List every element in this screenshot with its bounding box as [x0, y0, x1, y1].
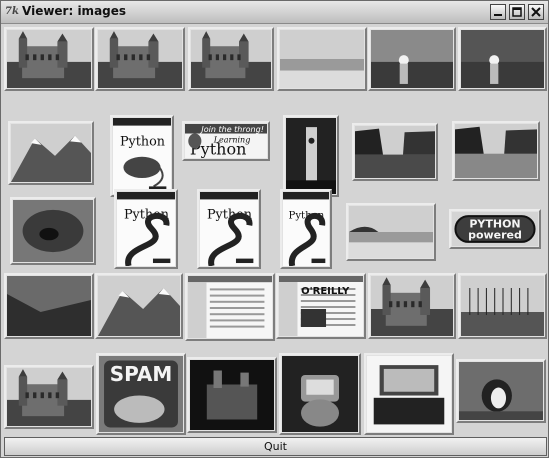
thumbnail-grid: Python Join the throng! Learning Python Pyth… [4, 25, 547, 435]
thumb-laptop-keyboard-image [367, 356, 451, 432]
thumb-cave-animal-image [13, 200, 93, 262]
thumb-lake-trees[interactable] [352, 123, 438, 181]
title-bar[interactable]: 7k Viewer: images [1, 1, 548, 24]
thumb-beach-sand[interactable] [277, 27, 367, 91]
thumb-programming-python-cover-3[interactable]: Python [197, 189, 261, 269]
thumb-programming-python-cover-4-image: Python [283, 192, 329, 266]
thumb-sunset-sea-image [371, 30, 453, 88]
thumb-ornate-palace[interactable] [4, 365, 94, 429]
window-title: Viewer: images [22, 4, 127, 18]
thumb-tropical-beach-image [349, 206, 433, 258]
thumb-learning-python-cover[interactable]: Join the throng! Learning Python [182, 121, 270, 161]
quit-button[interactable]: Quit [4, 437, 547, 456]
thumb-street-row[interactable] [452, 121, 540, 181]
thumb-ornate-palace-image [7, 368, 91, 426]
thumb-web-page-screenshot-image [188, 276, 272, 338]
thumb-programming-python-cover-3-image: Python [200, 192, 258, 266]
thumb-oreilly-site-screenshot-image: O'REILLY [279, 276, 363, 336]
maximize-icon [512, 7, 522, 17]
minimize-button[interactable] [490, 4, 506, 20]
thumb-abbey-image [191, 30, 271, 88]
thumb-spam-can-image: SPAM [99, 356, 183, 432]
thumb-oreilly-site-screenshot[interactable]: O'REILLY [276, 273, 366, 339]
thumb-clock-tower-image [286, 118, 336, 194]
thumb-castle-night-image [190, 360, 274, 430]
thumb-programming-python-cover-1-image: Python [113, 118, 171, 194]
thumb-sunset-shore[interactable] [458, 27, 547, 91]
thumb-castle-hill[interactable] [95, 27, 185, 91]
thumb-learning-python-cover-image: Join the throng!LearningPython [185, 124, 267, 158]
thumb-harbor-boats-image [461, 276, 544, 336]
thumb-python-powered-logo-image: PYTHONpowered [452, 212, 538, 246]
thumb-handheld-pc[interactable] [279, 353, 361, 435]
thumb-rocky-forest-image [7, 276, 91, 336]
thumb-snow-mountain[interactable] [8, 121, 94, 185]
thumb-penguin-bird[interactable] [456, 359, 546, 423]
thumb-programming-python-cover-4[interactable]: Python [280, 189, 332, 269]
thumb-castle-night[interactable] [187, 357, 277, 433]
thumb-rocky-forest[interactable] [4, 273, 94, 339]
thumb-penguin-bird-image [459, 362, 543, 420]
svg-text:powered: powered [468, 229, 522, 242]
thumb-sunset-shore-image [461, 30, 544, 88]
thumb-castle-tower[interactable] [4, 27, 94, 91]
thumb-spam-can[interactable]: SPAM [96, 353, 186, 435]
minimize-icon [494, 14, 502, 16]
thumb-harbor-boats[interactable] [458, 273, 547, 339]
thumb-web-page-screenshot[interactable] [185, 273, 275, 341]
thumb-cathedral-spires-image [371, 276, 453, 336]
thumb-clock-tower[interactable] [283, 115, 339, 197]
thumb-cathedral-spires[interactable] [368, 273, 456, 339]
svg-text:Python: Python [120, 134, 165, 149]
thumb-programming-python-cover-2-image: Python [117, 192, 175, 266]
close-icon [531, 7, 541, 17]
tk-app-icon: 7k [5, 6, 19, 17]
thumb-cave-animal[interactable] [10, 197, 96, 265]
maximize-button[interactable] [509, 4, 525, 20]
thumb-alpine-range-image [98, 276, 180, 336]
thumb-handheld-pc-image [282, 356, 358, 432]
thumb-beach-sand-image [280, 30, 364, 88]
thumb-sunset-sea[interactable] [368, 27, 456, 91]
svg-text:SPAM: SPAM [110, 362, 173, 386]
thumb-abbey[interactable] [188, 27, 274, 91]
svg-text:Join the throng!: Join the throng! [199, 125, 264, 134]
thumb-python-powered-logo[interactable]: PYTHON powered [449, 209, 541, 249]
thumb-street-row-image [455, 124, 537, 178]
thumb-laptop-keyboard[interactable] [364, 353, 454, 435]
thumb-lake-trees-image [355, 126, 435, 178]
thumb-programming-python-cover-2[interactable]: Python [114, 189, 178, 269]
close-button[interactable] [528, 4, 544, 20]
thumb-snow-mountain-image [11, 124, 91, 182]
svg-text:O'REILLY: O'REILLY [301, 286, 350, 297]
thumb-castle-tower-image [7, 30, 91, 88]
thumb-alpine-range[interactable] [95, 273, 183, 339]
viewer-window: 7k Viewer: images Python Join the throng!… [0, 0, 549, 458]
thumb-tropical-beach[interactable] [346, 203, 436, 261]
thumb-programming-python-cover-1[interactable]: Python [110, 115, 174, 197]
thumb-castle-hill-image [98, 30, 182, 88]
